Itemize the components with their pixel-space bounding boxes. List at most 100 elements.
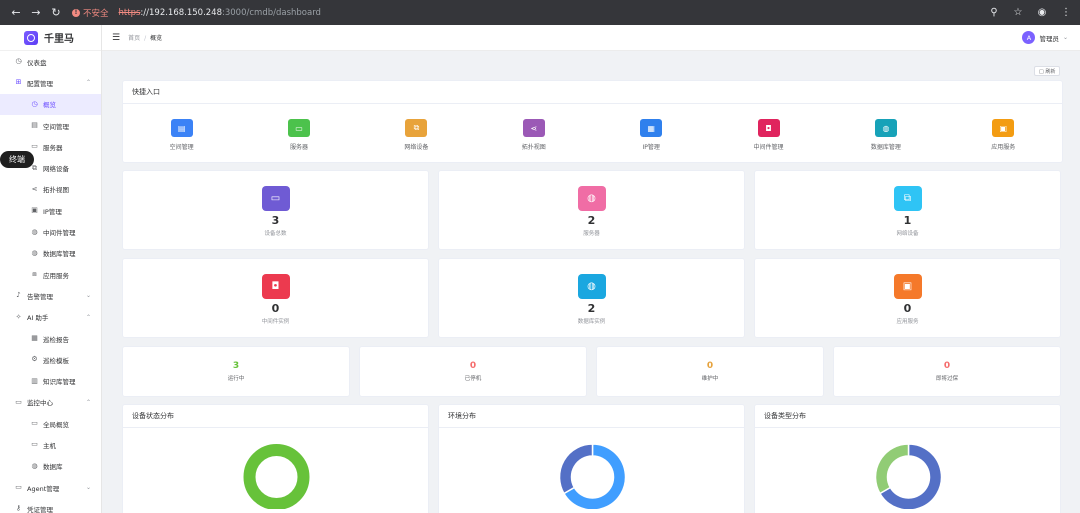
- quick-entry-item[interactable]: ◘ 中间件管理: [710, 105, 827, 161]
- sidebar-item-17[interactable]: ▭ 全局概览: [0, 413, 101, 434]
- sidebar-item-label: 应用服务: [43, 271, 69, 280]
- sidebar-item-16[interactable]: ▭ 监控中心 ⌃: [0, 392, 101, 413]
- stat-label: 网络设备: [896, 231, 919, 237]
- quick-entry-card: 快捷入口 ▤ 空间管理 ▭ 服务器 ⧉ 网络设备 ⋖ 拓扑视图 ▦ IP管理 ◘ 中间件管理 ◍ 数据库管…: [122, 80, 1063, 163]
- stat-value: 0: [903, 302, 912, 315]
- donut-slice[interactable]: [243, 444, 310, 510]
- security-warning[interactable]: ! 不安全: [72, 7, 109, 19]
- quick-entry-item[interactable]: ▦ IP管理: [593, 105, 710, 161]
- forward-icon[interactable]: →: [26, 3, 46, 23]
- sidebar-item-15[interactable]: ▥ 知识库管理: [0, 370, 101, 391]
- database-icon: ◍: [31, 248, 38, 257]
- status-label: 运行中: [227, 376, 245, 382]
- quick-entry-label: 空间管理: [169, 144, 194, 151]
- quick-entry-item[interactable]: ▣ 应用服务: [945, 105, 1062, 161]
- chevron-up-icon: ⌃: [85, 313, 91, 321]
- monitor-icon: ▭: [288, 119, 311, 137]
- database-icon: ◍: [577, 186, 606, 211]
- sidebar-item-10[interactable]: ⧈ 应用服务: [0, 264, 101, 285]
- sidebar-item-label: 巡检模板: [43, 356, 69, 365]
- sidebar-item-12[interactable]: ✧ AI 助手 ⌃: [0, 307, 101, 328]
- url-scheme: https: [118, 7, 141, 18]
- donut-slice[interactable]: [558, 443, 594, 495]
- user-menu[interactable]: A 管理员 ⌄: [1022, 31, 1068, 44]
- quick-entry-label: 服务器: [290, 144, 309, 151]
- quick-entry-label: IP管理: [642, 144, 660, 151]
- status-value: 0: [706, 361, 714, 371]
- sidebar-item-19[interactable]: ◍ 数据库: [0, 456, 101, 477]
- stat-card[interactable]: ▭ 3 设备总数: [122, 170, 429, 250]
- zoom-icon[interactable]: ⚲: [986, 7, 1002, 18]
- sidebar-item-3[interactable]: ▤ 空间管理: [0, 115, 101, 136]
- sidebar-item-13[interactable]: ▦ 巡检报告: [0, 328, 101, 349]
- quick-entry-item[interactable]: ▭ 服务器: [240, 105, 357, 161]
- quick-entry-item[interactable]: ⋖ 拓扑视图: [475, 105, 592, 161]
- chevron-up-icon: ⌃: [85, 79, 91, 87]
- share-icon: ⋖: [31, 184, 38, 193]
- donut-chart: [558, 443, 627, 511]
- chip-icon: ◘: [757, 119, 780, 137]
- reload-icon[interactable]: ↻: [46, 3, 66, 23]
- app-icon: ▣: [992, 119, 1015, 137]
- profile-icon[interactable]: ◉: [1034, 7, 1050, 18]
- stat-label: 中间件实例: [261, 319, 290, 325]
- sidebar-item-20[interactable]: ▭ Agent管理 ⌄: [0, 477, 101, 498]
- stat-card[interactable]: ◍ 2 服务器: [438, 170, 745, 250]
- terminal-badge[interactable]: 终端: [0, 151, 34, 168]
- chip-icon: ◘: [261, 274, 290, 299]
- app-logo[interactable]: 千里马: [0, 25, 101, 51]
- sidebar-item-2[interactable]: ◷ 概览: [0, 93, 101, 115]
- chart-title: 设备状态分布: [123, 405, 428, 428]
- chart-body: [755, 429, 1060, 511]
- sidebar-item-18[interactable]: ▭ 主机: [0, 434, 101, 455]
- bookmark-star-icon[interactable]: ☆: [1010, 7, 1026, 18]
- sidebar-item-label: 凭证管理: [27, 505, 53, 513]
- stat-label: 数据库实例: [577, 319, 606, 325]
- address-bar[interactable]: ! 不安全 https://192.168.150.248:3000/cmdb/…: [72, 3, 986, 22]
- sidebar-item-7[interactable]: ▣ IP管理: [0, 200, 101, 221]
- quick-entry-label: 网络设备: [404, 144, 429, 151]
- donut-chart: [874, 443, 943, 511]
- donut-slice[interactable]: [874, 443, 910, 495]
- donut-chart: [243, 444, 310, 510]
- breadcrumb-home[interactable]: 首页: [128, 35, 140, 42]
- quick-entry-label: 应用服务: [991, 144, 1016, 151]
- stat-card[interactable]: ⧉ 1 网络设备: [754, 170, 1061, 250]
- chart-body: [123, 429, 428, 510]
- bell-icon: ♪: [16, 291, 21, 300]
- sidebar-item-21[interactable]: ⚷ 凭证管理: [0, 498, 101, 513]
- sidebar-item-label: 空间管理: [43, 122, 69, 131]
- quick-entry-grid: ▤ 空间管理 ▭ 服务器 ⧉ 网络设备 ⋖ 拓扑视图 ▦ IP管理 ◘ 中间件管理 ◍ 数据库管理 ▣ 应用服…: [123, 105, 1062, 161]
- sidebar-item-0[interactable]: ◷ 仪表盘: [0, 51, 101, 72]
- refresh-button[interactable]: □ 刷新: [1034, 66, 1061, 76]
- status-label: 已停机: [464, 376, 482, 382]
- monitor-icon: ▭: [31, 142, 38, 151]
- more-menu-icon[interactable]: ⋮: [1058, 7, 1074, 18]
- stat-card[interactable]: ▣ 0 应用服务: [754, 258, 1061, 338]
- status-card: 0 已停机: [359, 346, 587, 397]
- stat-value: 2: [587, 214, 596, 227]
- stat-card[interactable]: ◍ 2 数据库实例: [438, 258, 745, 338]
- stat-card[interactable]: ◘ 0 中间件实例: [122, 258, 429, 338]
- monitor-icon: ▭: [261, 186, 290, 211]
- sidebar-item-11[interactable]: ♪ 告警管理 ⌄: [0, 285, 101, 306]
- menu-toggle-icon[interactable]: ☰: [112, 33, 120, 43]
- share-icon: ⋖: [522, 119, 545, 137]
- sidebar-item-label: 告警管理: [27, 292, 53, 301]
- sidebar-item-1[interactable]: ⊞ 配置管理 ⌃: [0, 72, 101, 93]
- book-icon: ▥: [31, 376, 38, 385]
- grid-icon: ⊞: [15, 78, 22, 87]
- sidebar-item-6[interactable]: ⋖ 拓扑视图: [0, 179, 101, 200]
- sidebar-item-14[interactable]: ⚙ 巡检模板: [0, 349, 101, 370]
- quick-entry-item[interactable]: ⧉ 网络设备: [358, 105, 475, 161]
- dashboard-icon: ◷: [15, 57, 22, 66]
- report-icon: ▦: [31, 334, 38, 342]
- quick-entry-item[interactable]: ▤ 空间管理: [123, 105, 240, 161]
- back-icon[interactable]: ←: [6, 3, 26, 23]
- breadcrumb-current: 概览: [150, 35, 163, 42]
- url-path: :3000/cmdb/dashboard: [222, 7, 321, 18]
- quick-entry-item[interactable]: ◍ 数据库管理: [827, 105, 944, 161]
- sidebar-item-8[interactable]: ◍ 中间件管理: [0, 221, 101, 242]
- sidebar-item-9[interactable]: ◍ 数据库管理: [0, 243, 101, 264]
- sidebar-item-label: 概览: [43, 101, 56, 110]
